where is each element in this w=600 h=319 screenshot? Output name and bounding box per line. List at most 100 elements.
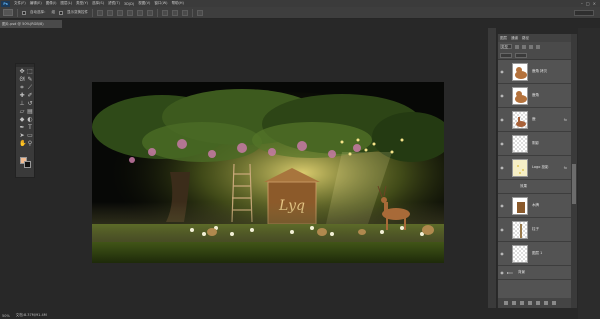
history-brush-icon[interactable]: ↺ (27, 101, 33, 107)
zoom-level[interactable]: 50% (2, 314, 10, 318)
visibility-eye-icon[interactable]: ◉ (498, 203, 506, 208)
minimize-button[interactable]: – (581, 1, 583, 6)
maximize-button[interactable]: □ (586, 1, 590, 6)
crop-tool-icon[interactable]: ⌗ (19, 85, 25, 91)
menu-filter[interactable]: 滤镜(T) (106, 1, 122, 6)
align-right-icon[interactable] (147, 9, 153, 16)
blur-tool-icon[interactable]: ◆ (19, 117, 25, 123)
menu-view[interactable]: 视图(V) (136, 1, 152, 6)
hand-tool-icon[interactable]: ✋ (19, 141, 26, 147)
visibility-eye-icon[interactable]: ◉ (498, 251, 506, 256)
show-transform-checkbox[interactable] (59, 10, 63, 15)
eyedropper-tool-icon[interactable]: ⟋ (27, 85, 33, 91)
layer-thumbnail (512, 110, 528, 129)
opacity-field[interactable] (515, 53, 527, 58)
link-layers-icon[interactable] (504, 301, 508, 305)
brush-tool-icon[interactable]: ✐ (27, 93, 33, 99)
blend-mode-dropdown[interactable] (500, 53, 512, 58)
distribute-icon[interactable] (182, 9, 188, 16)
visibility-eye-icon[interactable]: ◉ (498, 270, 506, 275)
layer-name: 鹿 (532, 117, 536, 121)
close-button[interactable]: × (593, 1, 596, 6)
zoom-tool-icon[interactable]: ⚲ (27, 141, 33, 147)
filter-adjust-icon[interactable] (522, 44, 526, 49)
tab-channels[interactable]: 通道 (511, 36, 518, 41)
filter-shape-icon[interactable] (536, 44, 540, 49)
filter-pixel-icon[interactable] (515, 44, 519, 49)
layer-row[interactable]: ◉ 图层 1 (498, 242, 571, 266)
align-left-icon[interactable] (127, 9, 133, 16)
layer-thumbnail (512, 244, 528, 263)
layer-row[interactable]: ◉ 鹿角 (498, 84, 571, 108)
menu-edit[interactable]: 编辑(E) (28, 1, 44, 6)
dodge-tool-icon[interactable]: ◐ (27, 117, 33, 123)
layers-scrollbar[interactable] (571, 34, 577, 308)
layer-fx-badge[interactable]: fx (564, 166, 567, 170)
document-tab[interactable]: 图片.psd @ 50%(RGB/8) (0, 20, 62, 28)
layer-row[interactable]: ◉ ▸▭ 背景 (498, 266, 571, 280)
layer-fx-badge[interactable]: fx (564, 118, 567, 122)
adjustment-icon[interactable] (528, 301, 532, 305)
fx-icon[interactable] (512, 301, 516, 305)
auto-select-checkbox[interactable] (22, 10, 26, 15)
menu-select[interactable]: 选择(S) (90, 1, 106, 6)
3d-mode-icon[interactable] (197, 9, 203, 16)
layer-row[interactable]: ◉ 木牌 (498, 194, 571, 218)
menu-image[interactable]: 图像(I) (44, 1, 59, 6)
lasso-tool-icon[interactable]: ᘛ (19, 77, 25, 83)
tool-preset-picker[interactable] (3, 9, 13, 16)
path-select-icon[interactable]: ➤ (19, 133, 25, 139)
healing-tool-icon[interactable]: ✚ (19, 93, 25, 99)
layer-row[interactable]: ◉ 鹿 fx (498, 108, 571, 132)
menu-help[interactable]: 帮助(H) (170, 1, 186, 6)
layer-thumbnail (512, 86, 528, 105)
layer-filter-dropdown[interactable]: 类型 (500, 44, 512, 49)
marquee-tool-icon[interactable]: ⬚ (27, 69, 33, 75)
tab-paths[interactable]: 路径 (522, 36, 529, 41)
show-transform-label: 显示变换控件 (67, 10, 88, 14)
eraser-tool-icon[interactable]: ▱ (19, 109, 25, 115)
filter-type-icon[interactable] (529, 44, 533, 49)
menu-3d[interactable]: 3D(D) (122, 2, 136, 6)
panel-dock-icons[interactable] (488, 28, 496, 308)
visibility-eye-icon[interactable]: ◉ (498, 227, 506, 232)
layers-panel: 图层 通道 路径 类型 ◉ 鹿角 拷贝 ◉ 鹿角 ◉ 鹿 fx ◉ 阴影 ◉ L… (497, 34, 572, 308)
menu-layer[interactable]: 图层(L) (58, 1, 74, 6)
align-top-icon[interactable] (97, 9, 103, 16)
mask-icon[interactable] (520, 301, 524, 305)
visibility-eye-icon[interactable]: ◉ (498, 117, 506, 122)
tab-layers[interactable]: 图层 (500, 36, 507, 41)
layer-row[interactable]: ◉ Logo 投影 fx (498, 156, 571, 180)
delete-layer-icon[interactable] (552, 301, 556, 305)
new-group-icon[interactable] (536, 301, 540, 305)
layer-row[interactable]: ◉ 鹿角 拷贝 (498, 60, 571, 84)
distribute-icon[interactable] (162, 9, 168, 16)
align-middle-icon[interactable] (107, 9, 113, 16)
background-color-swatch[interactable] (24, 161, 31, 168)
new-layer-icon[interactable] (544, 301, 548, 305)
auto-select-target-dropdown[interactable]: 组 (52, 10, 56, 15)
scrollbar-thumb[interactable] (572, 164, 576, 204)
visibility-eye-icon[interactable]: ◉ (498, 141, 506, 146)
move-tool-icon[interactable]: ✥ (19, 69, 25, 75)
distribute-icon[interactable] (172, 9, 178, 16)
document-canvas[interactable]: Lyq (92, 82, 444, 263)
menu-type[interactable]: 类型(Y) (74, 1, 90, 6)
type-tool-icon[interactable]: T (27, 125, 33, 131)
visibility-eye-icon[interactable]: ◉ (498, 69, 506, 74)
shape-tool-icon[interactable]: ▭ (27, 133, 33, 139)
menu-window[interactable]: 窗口(W) (152, 1, 169, 6)
align-center-icon[interactable] (137, 9, 143, 16)
align-bottom-icon[interactable] (117, 9, 123, 16)
stamp-tool-icon[interactable]: ⊥ (19, 101, 25, 107)
visibility-eye-icon[interactable]: ◉ (498, 165, 506, 170)
layer-row[interactable]: ◉ 柱子 (498, 218, 571, 242)
pen-tool-icon[interactable]: ✒ (19, 125, 25, 131)
layer-row[interactable]: 效果 (498, 180, 571, 194)
menu-file[interactable]: 文件(F) (12, 1, 28, 6)
quick-select-tool-icon[interactable]: ✎ (27, 77, 33, 83)
gradient-tool-icon[interactable]: ▤ (27, 109, 33, 115)
layer-row[interactable]: ◉ 阴影 (498, 132, 571, 156)
workspace-switcher[interactable] (574, 9, 594, 16)
visibility-eye-icon[interactable]: ◉ (498, 93, 506, 98)
